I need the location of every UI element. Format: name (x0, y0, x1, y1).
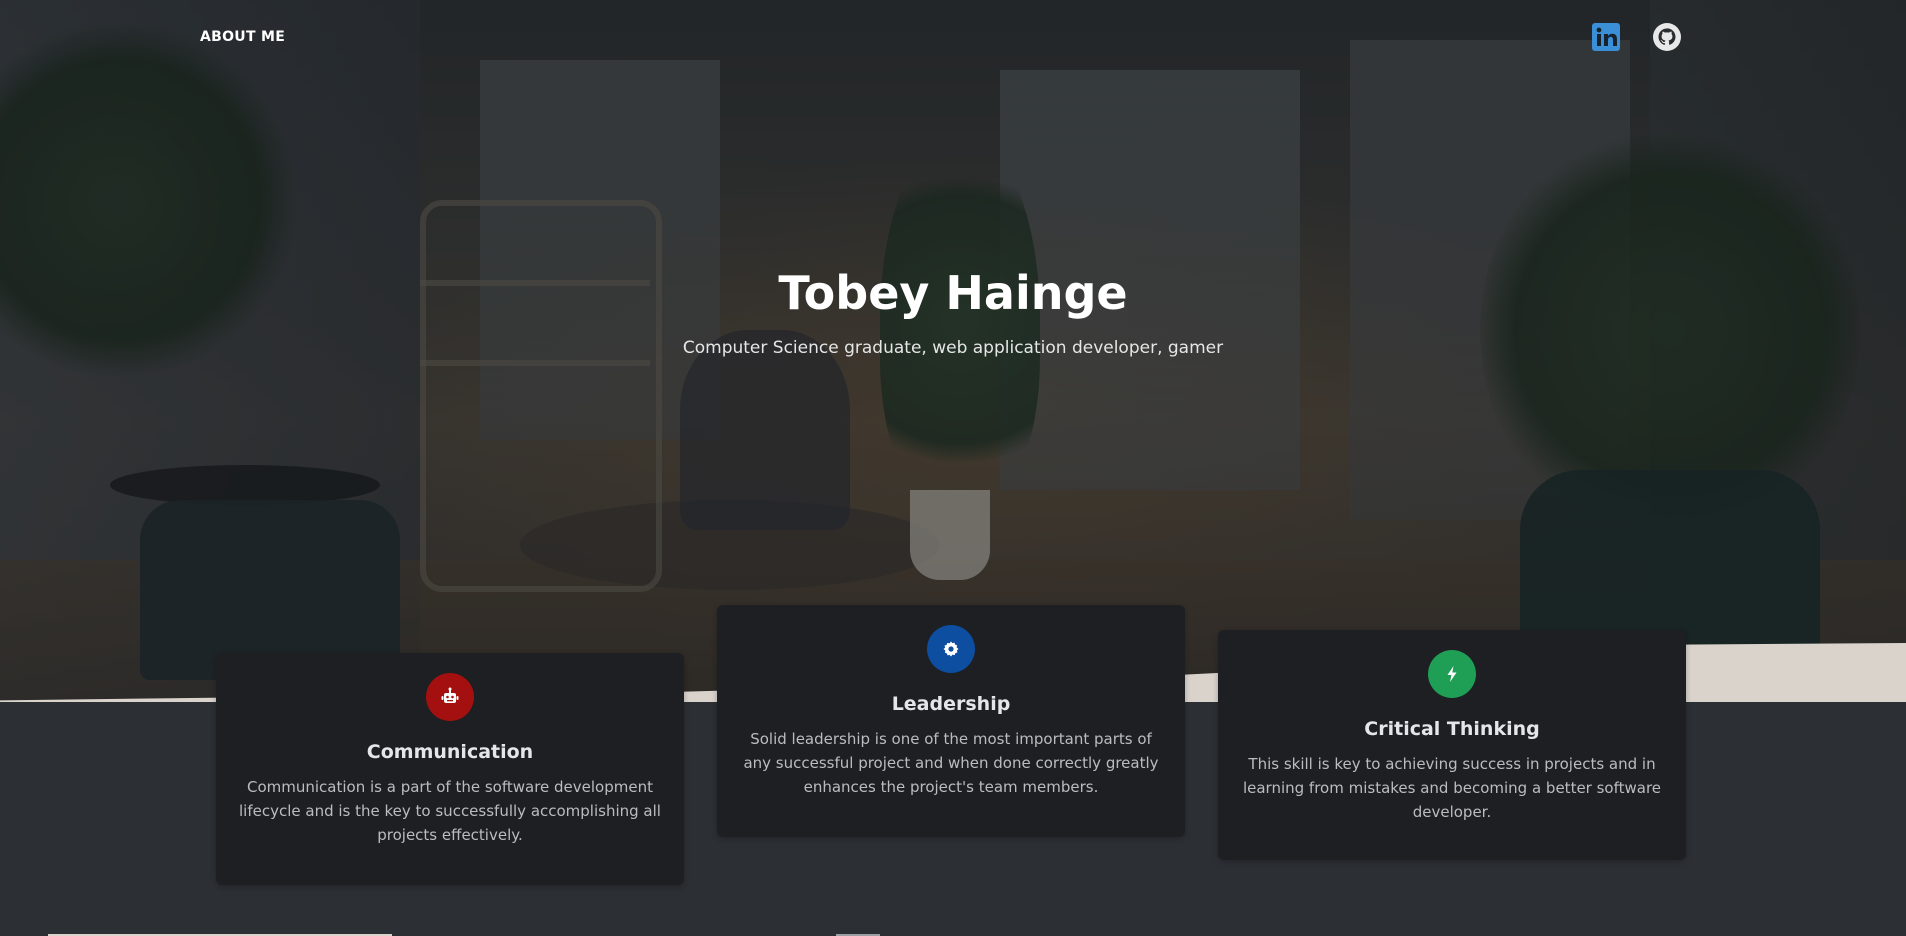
skill-description: Communication is a part of the software … (239, 778, 661, 844)
skill-card-leadership: Leadership Solid leadership is one of th… (717, 605, 1185, 837)
robot-icon (426, 673, 474, 721)
github-link[interactable] (1652, 22, 1682, 52)
skill-description: This skill is key to achieving success i… (1242, 755, 1662, 821)
skill-card-critical-thinking: Critical Thinking This skill is key to a… (1218, 630, 1686, 860)
hero-subtitle: Computer Science graduate, web applicati… (682, 338, 1224, 358)
nav-about-me-link[interactable]: ABOUT ME (200, 29, 285, 45)
github-icon (1653, 23, 1681, 51)
linkedin-link[interactable] (1591, 22, 1621, 52)
skill-card-communication: Communication Communication is a part of… (216, 653, 684, 885)
skill-title: Critical Thinking (1364, 718, 1540, 740)
skill-title: Leadership (891, 693, 1011, 715)
lightning-icon (1428, 650, 1476, 698)
skill-title: Communication (366, 741, 534, 763)
hero-title: Tobey Hainge (778, 266, 1128, 320)
skill-description: Solid leadership is one of the most impo… (743, 730, 1159, 796)
linkedin-icon (1592, 23, 1620, 51)
cog-icon (927, 625, 975, 673)
